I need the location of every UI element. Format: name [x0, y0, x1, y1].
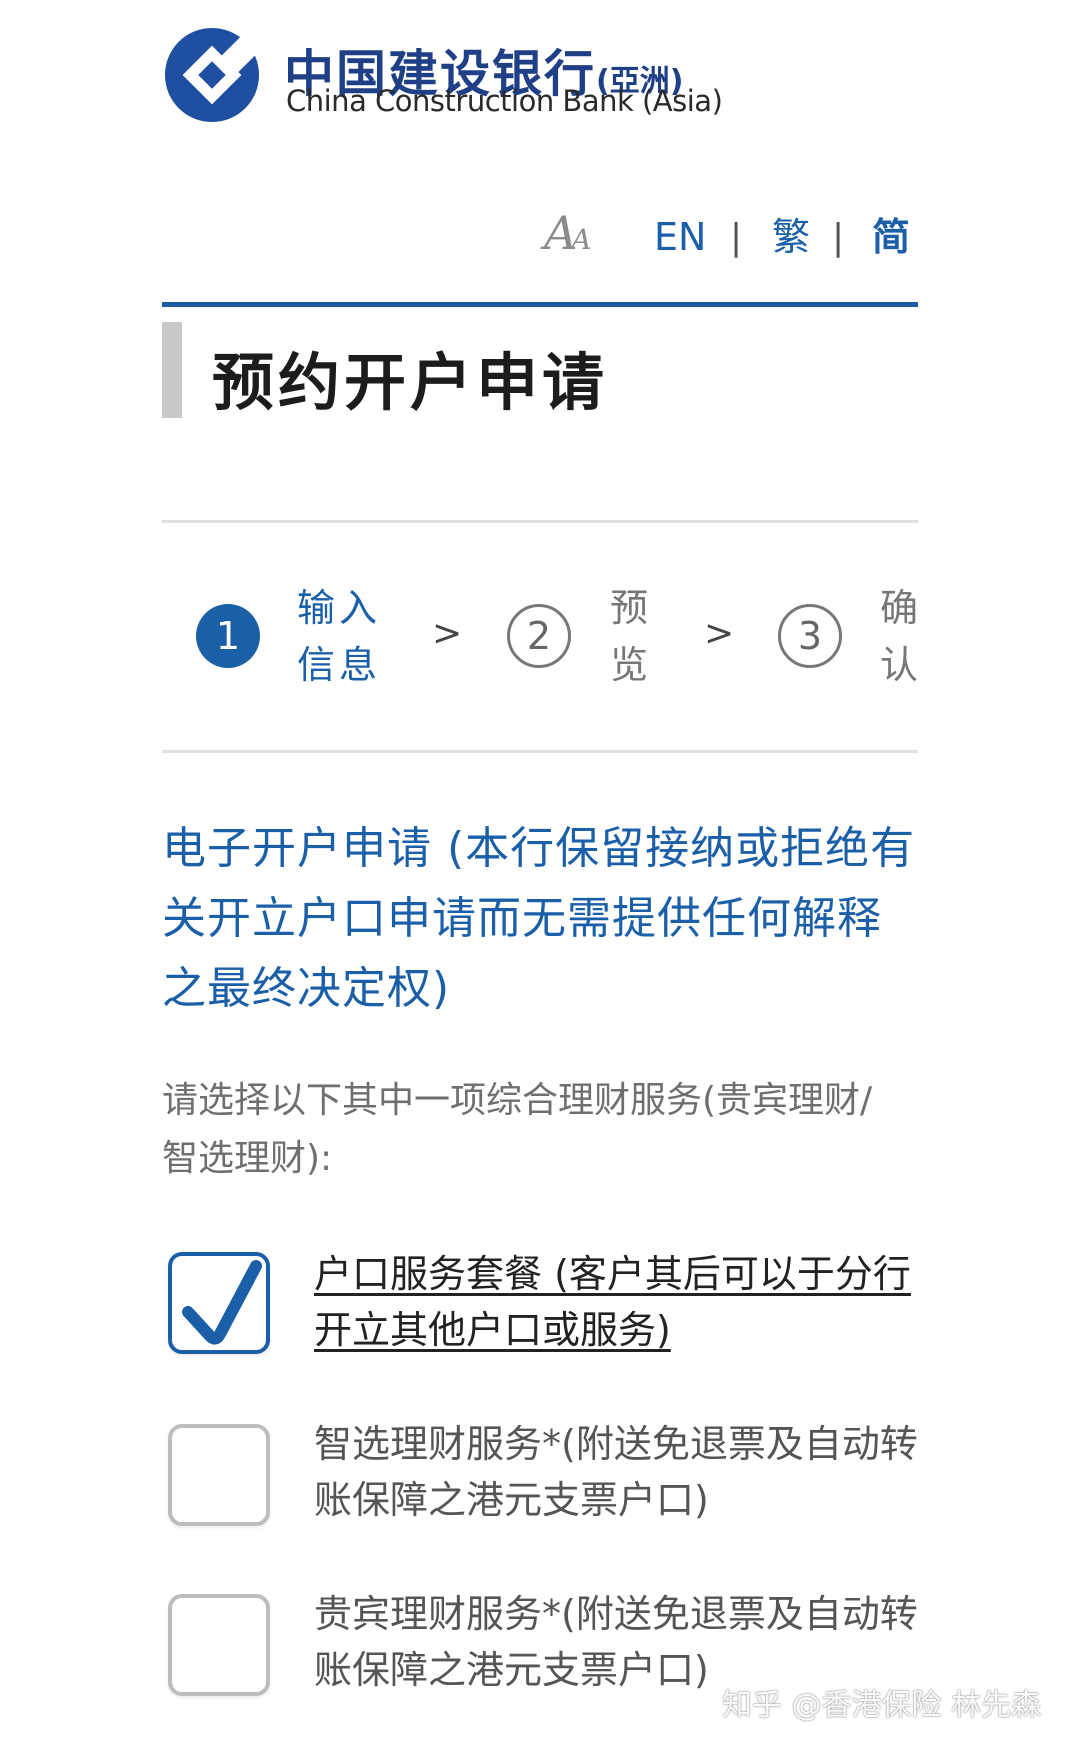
step-arrow-icon: >: [432, 613, 463, 654]
header-divider: [162, 302, 918, 307]
step-2-label: 预览: [610, 586, 653, 687]
language-en-link[interactable]: EN: [654, 218, 706, 256]
language-simplified-link[interactable]: 简: [872, 218, 910, 256]
language-separator: |: [832, 217, 845, 258]
prestige-wealth-checkbox[interactable]: [168, 1594, 270, 1696]
watermark: 知乎 @香港保险 林先森: [722, 1688, 1042, 1723]
step-3-label: 确认: [880, 586, 923, 687]
step-arrow-icon: >: [704, 613, 735, 654]
account-package-label[interactable]: 户口服务套餐 (客户其后可以于分行开立其他户口或服务): [314, 1246, 934, 1358]
step-1-indicator: 1: [196, 604, 260, 668]
font-size-icon[interactable]: AA: [544, 210, 591, 256]
smart-wealth-checkbox[interactable]: [168, 1424, 270, 1526]
smart-wealth-label[interactable]: 智选理财服务*(附送免退票及自动转账保障之港元支票户口): [314, 1416, 934, 1528]
language-separator: |: [730, 217, 743, 258]
notice-heading: 电子开户申请 (本行保留接纳或拒绝有关开立户口申请而无需提供任何解释之最终决定权…: [162, 823, 916, 1014]
service-prompt: 请选择以下其中一项综合理财服务(贵宾理财/智选理财):: [162, 1080, 873, 1179]
ccb-logo-icon: [164, 27, 261, 123]
page-title: 预约开户申请: [212, 346, 609, 419]
divider: [162, 750, 918, 753]
divider: [162, 520, 918, 523]
step-2-indicator: 2: [507, 604, 571, 668]
step-3-indicator: 3: [778, 604, 842, 668]
step-1-label: 输入信息: [297, 586, 382, 687]
language-traditional-link[interactable]: 繁: [772, 218, 810, 256]
checkmark-icon: [182, 1260, 262, 1345]
account-package-checkbox[interactable]: [168, 1252, 270, 1354]
bank-name-en: China Construction Bank (Asia): [286, 84, 723, 118]
title-accent-bar: [162, 322, 182, 418]
